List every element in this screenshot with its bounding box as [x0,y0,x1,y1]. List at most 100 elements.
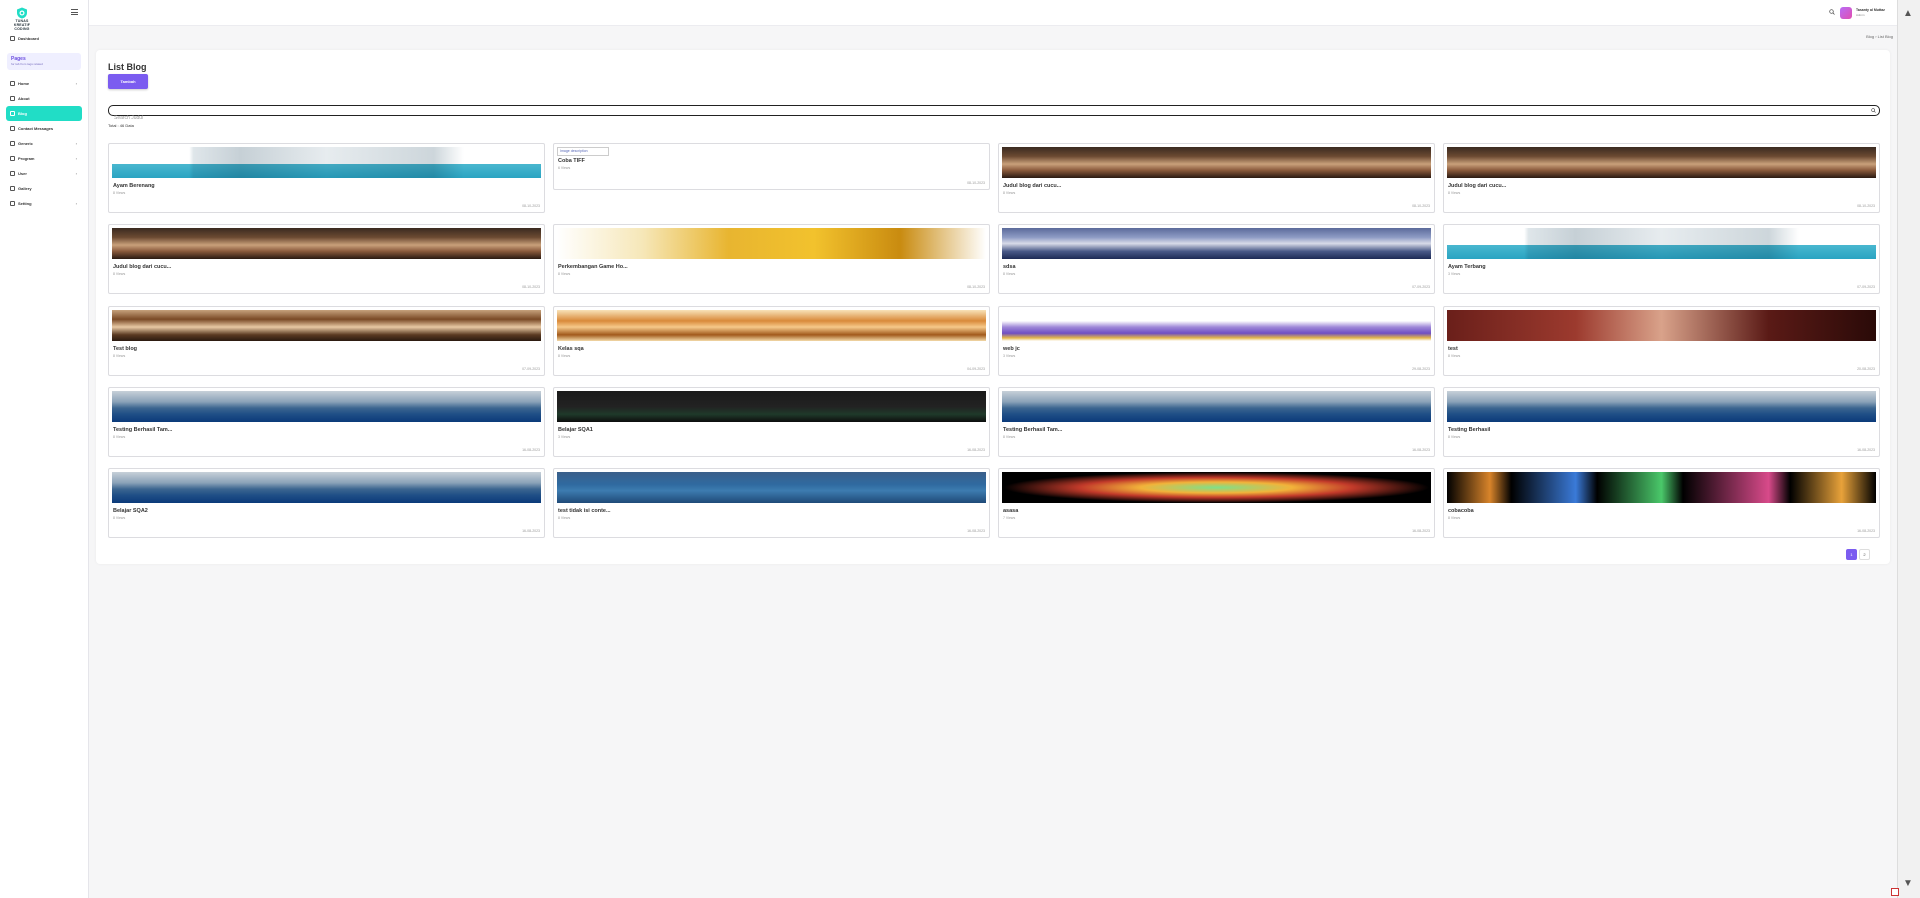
blog-title[interactable]: Test blog [113,346,137,352]
home-icon [10,81,15,86]
blog-icon [10,111,15,116]
blog-title[interactable]: Coba TIFF [558,158,585,164]
blog-title[interactable]: sdsa [1003,264,1016,270]
blog-title[interactable]: Testing Berhasil Tam... [1003,427,1062,433]
blog-title[interactable]: asasa [1003,508,1018,514]
chevron-right-icon: › [75,201,77,206]
blog-title[interactable]: test tidak isi conte... [558,508,611,514]
blog-card[interactable]: Belajar SQA1 3 Views 16-08-2023 [553,387,990,457]
sidebar-item-dashboard[interactable]: Dashboard [10,36,39,41]
blog-thumbnail[interactable] [1002,391,1431,422]
blog-card[interactable]: Ayam Berenang 8 Views 08-10-2023 [108,143,545,213]
search-input[interactable] [109,113,1879,123]
blog-title[interactable]: cobacoba [1448,508,1474,514]
user-name[interactable]: Tasanty al Muttaz [1856,8,1885,12]
blog-title[interactable]: Ayam Berenang [113,183,155,189]
sidebar-nav: Home › About Blog Contact Messages Generic › Pr… [6,76,82,211]
blog-title[interactable]: Testing Berhasil Tam... [113,427,172,433]
blog-thumbnail[interactable] [1002,310,1431,341]
sidebar-item-contact-messages[interactable]: Contact Messages [6,121,82,136]
blog-title[interactable]: Judul blog dari cucu... [1448,183,1506,189]
blog-date: 08-10-2023 [1857,204,1875,208]
blog-card[interactable]: Image description Coba TIFF 6 Views 08-10-2… [553,143,990,190]
blog-thumbnail[interactable] [112,147,541,178]
blog-card[interactable]: asasa 7 Views 16-08-2023 [998,468,1435,538]
sidebar-item-program[interactable]: Program › [6,151,82,166]
blog-date: 20-08-2023 [1857,367,1875,371]
avatar[interactable] [1840,7,1852,19]
blog-card[interactable]: Testing Berhasil Tam... 8 Views 16-08-2023 [998,387,1435,457]
blog-views: 8 Views [113,272,126,276]
blog-card[interactable]: Ayam Terbang 3 Views 07-09-2023 [1443,224,1880,294]
blog-thumbnail[interactable] [1447,147,1876,178]
sidebar-item-about[interactable]: About [6,91,82,106]
blog-thumbnail[interactable] [557,472,986,503]
blog-thumbnail[interactable] [112,228,541,259]
add-blog-button[interactable]: Tambah [108,74,148,89]
sidebar-item-user[interactable]: User › [6,166,82,181]
blog-thumbnail[interactable] [557,310,986,341]
corner-icon [1891,888,1899,896]
search-icon[interactable] [1829,9,1835,15]
sidebar-item-gallery[interactable]: Gallery [6,181,82,196]
scrollbar[interactable] [1897,0,1920,898]
blog-card[interactable]: Testing Berhasil 8 Views 16-08-2023 [1443,387,1880,457]
blog-title[interactable]: Testing Berhasil [1448,427,1490,433]
page-button-1[interactable]: 1 [1846,549,1857,560]
blog-card[interactable]: Testing Berhasil Tam... 8 Views 16-08-2023 [108,387,545,457]
blog-date: 16-08-2023 [1857,448,1875,452]
blog-card[interactable]: Test blog 8 Views 07-09-2023 [108,306,545,376]
blog-thumbnail[interactable] [112,310,541,341]
sidebar-item-blog[interactable]: Blog [6,106,82,121]
blog-thumbnail[interactable] [1447,228,1876,259]
sidebar-item-generic[interactable]: Generic › [6,136,82,151]
blog-views: 3 Views [1448,272,1461,276]
blog-date: 07-09-2023 [1857,285,1875,289]
blog-title[interactable]: Belajar SQA2 [113,508,148,514]
blog-thumbnail[interactable] [557,391,986,422]
blog-title[interactable]: web jc [1003,346,1020,352]
blog-date: 16-08-2023 [522,529,540,533]
scroll-up-icon[interactable]: ▲ [1903,8,1913,19]
sidebar-item-setting[interactable]: Setting › [6,196,82,211]
blog-thumbnail[interactable] [1002,228,1431,259]
breadcrumb: Blog › List Blog [1866,34,1893,39]
blog-thumbnail[interactable] [1447,310,1876,341]
blog-thumbnail[interactable] [1002,147,1431,178]
blog-title[interactable]: Perkembangan Game Ho... [558,264,628,270]
blog-thumbnail[interactable] [557,228,986,259]
scroll-down-icon[interactable]: ▼ [1903,878,1913,889]
page-button-2[interactable]: 2 [1859,549,1870,560]
blog-title[interactable]: Kelas sqa [558,346,584,352]
blog-card[interactable]: Judul blog dari cucu... 8 Views 08-10-2023 [108,224,545,294]
topbar [89,0,1897,26]
blog-title[interactable]: Ayam Terbang [1448,264,1486,270]
blog-title[interactable]: Belajar SQA1 [558,427,593,433]
blog-card[interactable]: Kelas sqa 8 Views 04-09-2023 [553,306,990,376]
blog-card[interactable]: cobacoba 8 Views 16-08-2023 [1443,468,1880,538]
gallery-icon [10,186,15,191]
blog-views: 8 Views [113,354,126,358]
blog-card[interactable]: Judul blog dari cucu... 8 Views 08-10-2023 [1443,143,1880,213]
blog-card[interactable]: Perkembangan Game Ho... 8 Views 08-10-2023 [553,224,990,294]
blog-thumbnail[interactable] [1447,472,1876,503]
blog-card[interactable]: web jc 3 Views 29-08-2023 [998,306,1435,376]
blog-card[interactable]: test tidak isi conte... 8 Views 16-08-2023 [553,468,990,538]
blog-thumbnail[interactable] [112,391,541,422]
menu-toggle-icon[interactable] [71,9,78,15]
blog-card[interactable]: sdsa 8 Views 07-09-2023 [998,224,1435,294]
blog-thumbnail[interactable] [1002,472,1431,503]
blog-title[interactable]: Judul blog dari cucu... [1003,183,1061,189]
blog-title[interactable]: Judul blog dari cucu... [113,264,171,270]
blog-thumbnail[interactable] [112,472,541,503]
search-icon[interactable] [1871,108,1876,113]
shield-logo-icon [17,7,27,19]
blog-thumbnail[interactable] [1447,391,1876,422]
brand-logo[interactable]: TUNAS KREATIF CODING [10,7,34,31]
blog-card[interactable]: Judul blog dari cucu... 8 Views 08-10-2023 [998,143,1435,213]
sidebar-item-home[interactable]: Home › [6,76,82,91]
blog-date: 08-10-2023 [522,204,540,208]
blog-card[interactable]: Belajar SQA2 8 Views 16-08-2023 [108,468,545,538]
blog-card[interactable]: test 8 Views 20-08-2023 [1443,306,1880,376]
blog-title[interactable]: test [1448,346,1458,352]
